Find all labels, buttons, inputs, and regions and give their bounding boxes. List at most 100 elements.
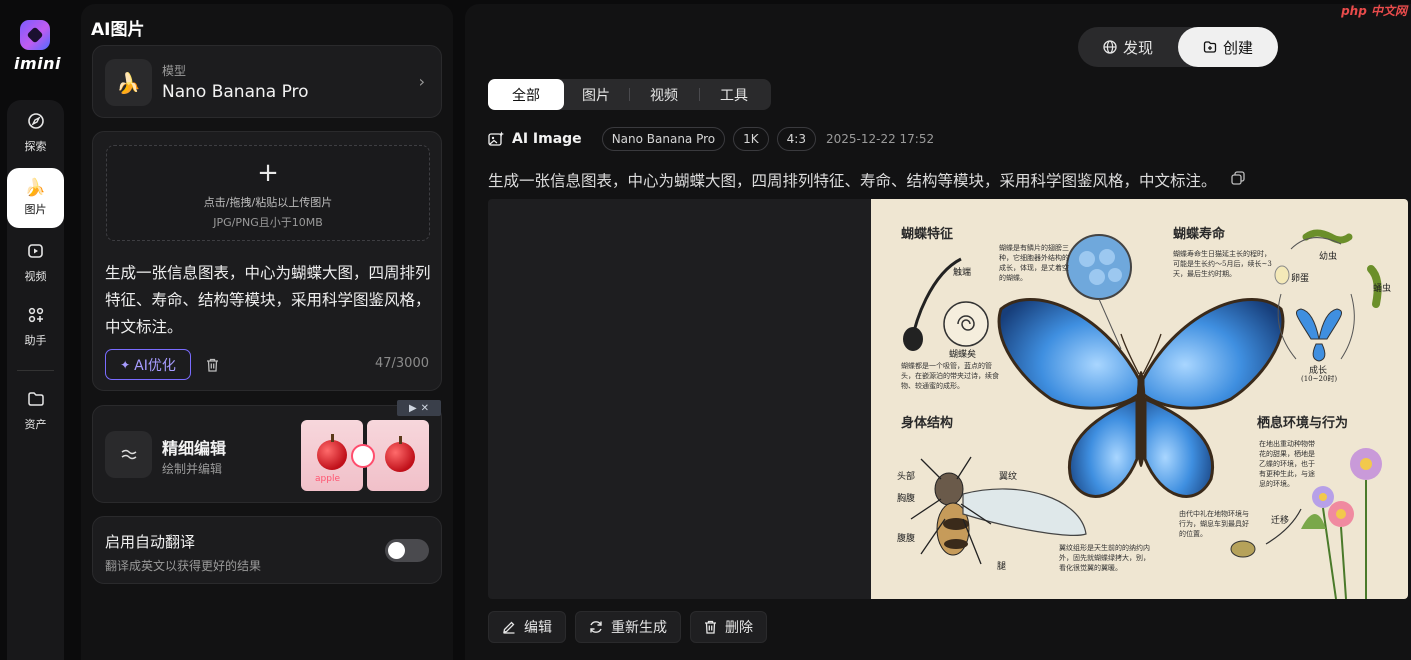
model-name: Nano Banana Pro <box>162 82 309 102</box>
brand-name: imini <box>14 54 62 73</box>
upload-format-hint: JPG/PNG且小于10MB <box>213 216 323 229</box>
ai-image-tag: AI Image <box>488 131 582 147</box>
chevron-right-icon: › <box>418 72 425 91</box>
habitat-title: 栖息环境与行为 <box>1257 416 1349 431</box>
auto-translate-subtitle: 翻译成英文以获得更好的结果 <box>105 559 262 573</box>
ai-optimize-button[interactable]: ✦ AI优化 <box>105 349 191 380</box>
rail-item-explore[interactable]: 探索 <box>7 104 64 162</box>
ratio-chip: 4:3 <box>776 127 816 151</box>
apple-image <box>317 440 347 470</box>
result-prompt-text: 生成一张信息图表，中心为蝴蝶大图，四周排列特征、寿命、结构等模块，采用科学图鉴风… <box>488 172 1217 190</box>
banana-icon: 🍌 <box>24 178 47 198</box>
abdomen-label: 腹腹 <box>897 534 916 544</box>
image-sparkle-icon <box>488 131 504 146</box>
result-image-container: 蝴蝶特征 蝴蝶寿命 身体结构 栖息环境与行为 触端 蝴蝶矣 蝴蝶是有鳞片的翅膀三… <box>488 199 1408 599</box>
logo-icon <box>20 20 50 50</box>
regenerate-label: 重新生成 <box>611 620 667 636</box>
plus-icon: + <box>257 158 279 188</box>
stage-larva: 幼虫 <box>1319 252 1338 262</box>
assistant-icon <box>27 306 45 328</box>
auto-translate-title: 启用自动翻译 <box>105 533 196 551</box>
globe-icon <box>1103 40 1117 54</box>
tab-videos[interactable]: 视频 <box>630 79 698 110</box>
rail-nav: 探索 🍌 图片 视频 助手 资产 <box>7 100 64 660</box>
swirl-icon <box>351 444 375 468</box>
tab-all[interactable]: 全部 <box>488 79 564 110</box>
fine-edit-card[interactable]: 精细编辑 绘制并编辑 apple ▶ ✕ <box>92 400 442 503</box>
folder-icon <box>27 390 45 412</box>
prompt-card: + 点击/拖拽/粘贴以上传图片 JPG/PNG且小于10MB 生成一张信息图表，… <box>92 131 442 391</box>
result-prompt: 生成一张信息图表，中心为蝴蝶大图，四周排列特征、寿命、结构等模块，采用科学图鉴风… <box>488 169 1245 191</box>
result-meta: AI Image Nano Banana Pro 1K 4:3 2025-12-… <box>488 126 934 152</box>
auto-translate-toggle[interactable] <box>385 539 429 562</box>
scale-note: 蝴蝶是有鳞片的翅膀三种，它细胞器外结构的成长，体现，是丈着空的蝴蝶。 <box>999 244 1069 282</box>
stage-adult-duration: (10~20时) <box>1301 375 1338 383</box>
delete-button[interactable]: 删除 <box>690 611 767 643</box>
rail-label-assets: 资产 <box>24 418 47 431</box>
tab-images[interactable]: 图片 <box>564 79 628 110</box>
generated-infographic[interactable]: 蝴蝶特征 蝴蝶寿命 身体结构 栖息环境与行为 触端 蝴蝶矣 蝴蝶是有鳞片的翅膀三… <box>871 199 1408 599</box>
banana-icon: 🍌 <box>105 59 152 106</box>
edit-label: 编辑 <box>524 620 552 636</box>
left-rail: imini 探索 🍌 图片 视频 助手 资产 <box>0 0 70 660</box>
create-icon <box>1203 41 1217 53</box>
prompt-input[interactable]: 生成一张信息图表，中心为蝴蝶大图，四周排列特征、寿命、结构等模块，采用科学图鉴风… <box>105 260 435 341</box>
close-icon: ✕ <box>420 402 430 414</box>
model-chip: Nano Banana Pro <box>601 127 726 151</box>
edit-button[interactable]: 编辑 <box>488 611 566 643</box>
wing-note: 翼纹组形是天生前的的纳约内外，固先就蝴蝶绿拷大，别，看化很觉翼的翼暖。 <box>1059 544 1150 572</box>
copy-icon[interactable] <box>1230 171 1245 189</box>
timestamp: 2025-12-22 17:52 <box>825 132 935 146</box>
pencil-icon <box>503 621 515 634</box>
explore-icon <box>27 112 45 134</box>
fine-edit-subtitle: 绘制并编辑 <box>162 462 223 476</box>
ai-image-label: AI Image <box>512 131 582 147</box>
migrate-label: 迁移 <box>1271 516 1290 526</box>
char-counter: 47/3000 <box>374 356 429 371</box>
proboscis-label: 蝴蝶矣 <box>949 350 977 360</box>
rail-label-images: 图片 <box>24 203 47 216</box>
tab-tools[interactable]: 工具 <box>700 79 768 110</box>
video-icon <box>27 242 45 264</box>
apple-image <box>385 442 415 472</box>
result-actions: 编辑 重新生成 删除 <box>488 611 767 643</box>
discover-button[interactable]: 发现 <box>1078 27 1178 67</box>
mode-switch: 发现 创建 <box>1078 27 1278 67</box>
delete-label: 删除 <box>725 620 753 636</box>
clear-prompt-button[interactable] <box>201 354 223 376</box>
rail-label-explore: 探索 <box>24 140 47 153</box>
ad-badge[interactable]: ▶ ✕ <box>397 400 441 416</box>
leg-label: 腿 <box>997 562 1007 572</box>
brush-icon <box>105 431 152 478</box>
head-label: 头部 <box>897 472 916 482</box>
regenerate-button[interactable]: 重新生成 <box>575 611 681 643</box>
stage-egg: 卵蛋 <box>1291 274 1310 284</box>
discover-label: 发现 <box>1122 38 1153 57</box>
structure-title: 身体结构 <box>901 416 954 431</box>
trash-icon <box>705 620 716 634</box>
create-label: 创建 <box>1222 38 1253 57</box>
ai-optimize-label: AI优化 <box>134 357 176 374</box>
rail-label-video: 视频 <box>24 270 47 283</box>
model-selector[interactable]: 🍌 模型 Nano Banana Pro › <box>92 45 442 118</box>
rail-item-images[interactable]: 🍌 图片 <box>7 168 64 228</box>
life-note: 蝴蝶寿命生日猫延主长的程时，可能是生长约～5月后，续长~3天，最后生约时期。 <box>1173 250 1272 278</box>
create-button[interactable]: 创建 <box>1178 27 1278 67</box>
sparkle-icon: ✦ <box>120 357 131 372</box>
features-title: 蝴蝶特征 <box>901 227 954 242</box>
migrate-note: 由代中礼在地物环境与行为，蝴息车到最具好的位置。 <box>1179 510 1249 538</box>
wing-label: 翼纹 <box>999 472 1018 482</box>
apple-stem <box>331 434 334 442</box>
play-icon: ▶ <box>408 402 417 414</box>
filter-tabs: 全部 图片 视频 工具 <box>488 79 771 110</box>
rail-item-assets[interactable]: 资产 <box>7 382 64 440</box>
apple-stem <box>399 436 402 444</box>
app-root: imini 探索 🍌 图片 视频 助手 资产 AI图片 🍌 模型 Nano Ba… <box>0 0 1411 660</box>
brand-logo[interactable]: imini <box>14 20 62 73</box>
refresh-icon <box>590 621 602 633</box>
rail-item-video[interactable]: 视频 <box>7 234 64 292</box>
watermark: php 中文网 <box>1341 4 1407 18</box>
image-upload-dropzone[interactable]: + 点击/拖拽/粘贴以上传图片 JPG/PNG且小于10MB <box>106 145 430 241</box>
rail-item-assistant[interactable]: 助手 <box>7 298 64 356</box>
results-area: php 中文网 发现 创建 全部 图片 视频 工具 AI Image Nano … <box>465 4 1411 660</box>
